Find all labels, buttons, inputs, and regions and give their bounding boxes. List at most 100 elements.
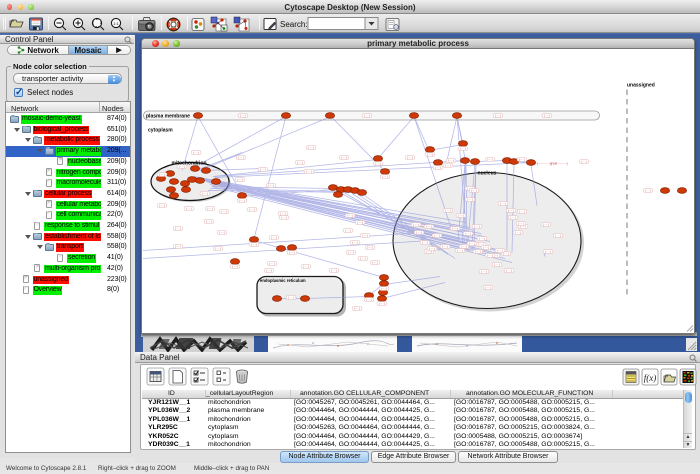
svg-text:(·····): (·····) xyxy=(379,301,385,305)
svg-text:(·····): (·····) xyxy=(175,244,181,248)
svg-text:(·····): (·····) xyxy=(352,240,358,244)
svg-text:1:1: 1:1 xyxy=(113,21,119,26)
svg-text:(·····): (·····) xyxy=(416,230,422,234)
svg-text:(·····): (·····) xyxy=(422,240,428,244)
svg-text:(·····): (·····) xyxy=(308,145,314,149)
svg-text:(·····): (·····) xyxy=(457,248,463,252)
svg-text:(·····): (·····) xyxy=(519,157,525,161)
svg-text:(·····): (·····) xyxy=(515,230,521,234)
svg-text:(·····): (·····) xyxy=(266,268,272,272)
svg-text:(·····): (·····) xyxy=(543,222,549,226)
svg-text:Search:: Search: xyxy=(280,20,308,29)
svg-text:(·····): (·····) xyxy=(508,208,514,212)
svg-text:(·····): (·····) xyxy=(357,220,363,224)
svg-text:(·····): (·····) xyxy=(497,248,503,252)
svg-text:(·····): (·····) xyxy=(306,169,312,173)
svg-text:nucleus: nucleus xyxy=(478,170,497,176)
svg-text:(·····): (·····) xyxy=(186,206,192,210)
svg-text:(·····): (·····) xyxy=(445,163,451,167)
svg-text:(·····): (·····) xyxy=(193,150,199,154)
svg-text:(·····): (·····) xyxy=(219,230,225,234)
svg-text:(·····): (·····) xyxy=(271,235,277,239)
svg-text:(·····): (·····) xyxy=(452,226,458,230)
svg-text:(·····): (·····) xyxy=(206,219,212,223)
svg-text:(·····): (·····) xyxy=(581,159,587,163)
svg-text:unassigned: unassigned xyxy=(627,82,655,88)
svg-text:(·····): (·····) xyxy=(375,161,381,165)
svg-text:(·····): (·····) xyxy=(426,224,432,228)
svg-text:(·····): (·····) xyxy=(506,268,512,272)
svg-text:(·····): (·····) xyxy=(645,188,651,192)
svg-text:(·····): (·····) xyxy=(281,215,287,219)
svg-text:(·····): (·····) xyxy=(354,306,360,310)
svg-text:mitochondrion: mitochondrion xyxy=(172,160,207,166)
svg-text:(·····): (·····) xyxy=(545,249,551,253)
svg-text:(·····): (·····) xyxy=(494,262,500,266)
svg-text:(·····): (·····) xyxy=(289,250,295,254)
svg-text:(·····): (·····) xyxy=(367,245,373,249)
svg-text:plasma membrane: plasma membrane xyxy=(146,113,190,119)
svg-text:(·····): (·····) xyxy=(240,113,246,117)
svg-text:(·····): (·····) xyxy=(280,211,286,215)
svg-text:(···········great·········): (···········great·········) xyxy=(537,161,568,165)
svg-text:(·····): (·····) xyxy=(345,228,351,232)
svg-text:(·····): (·····) xyxy=(467,197,473,201)
svg-text:(·····): (·····) xyxy=(544,113,550,117)
svg-text:(·····): (·····) xyxy=(445,208,451,212)
svg-text:(·····): (·····) xyxy=(251,242,257,246)
svg-text:f(x): f(x) xyxy=(644,373,657,383)
svg-text:(·····): (·····) xyxy=(518,221,524,225)
svg-text:cytoplasm: cytoplasm xyxy=(148,127,173,133)
svg-text:(·····): (·····) xyxy=(202,191,208,195)
svg-text:(·····): (·····) xyxy=(175,226,181,230)
svg-text:(·····): (·····) xyxy=(159,203,165,207)
svg-text:(·····): (·····) xyxy=(297,160,303,164)
svg-text:(·····): (·····) xyxy=(179,164,185,168)
svg-text:(·····): (·····) xyxy=(474,224,480,228)
svg-text:endoplasmic reticulum: endoplasmic reticulum xyxy=(260,278,306,283)
svg-text:(·····): (·····) xyxy=(413,222,419,226)
svg-text:(·····): (·····) xyxy=(331,268,337,272)
svg-text:(·····): (·····) xyxy=(372,260,378,264)
svg-text:(·····): (·····) xyxy=(481,269,487,273)
svg-text:(·····): (·····) xyxy=(303,264,309,268)
svg-text:(·····): (·····) xyxy=(407,155,413,159)
svg-text:(·····): (·····) xyxy=(238,155,244,159)
svg-text:(·····): (·····) xyxy=(469,241,475,245)
svg-text:(·····): (·····) xyxy=(221,209,227,213)
svg-text:(·····): (·····) xyxy=(500,201,506,205)
svg-text:(·····): (·····) xyxy=(487,157,493,161)
svg-text:(·····): (·····) xyxy=(485,285,491,289)
svg-text:(·····): (·····) xyxy=(448,158,454,162)
svg-text:(·····): (·····) xyxy=(555,233,561,237)
svg-text:(·····): (·····) xyxy=(362,233,368,237)
svg-text:(·····): (·····) xyxy=(268,183,274,187)
svg-text:(·····): (·····) xyxy=(232,264,238,268)
svg-text:(·····): (·····) xyxy=(215,246,221,250)
svg-text:(·····): (·····) xyxy=(239,198,245,202)
svg-text:(·····): (·····) xyxy=(461,244,467,248)
svg-text:(·····): (·····) xyxy=(237,177,243,181)
svg-text:(·····): (·····) xyxy=(434,233,440,237)
svg-text:(·····): (·····) xyxy=(458,213,464,217)
svg-text:(·····): (·····) xyxy=(519,209,525,213)
svg-text:(·····): (·····) xyxy=(442,244,448,248)
svg-text:(·····): (·····) xyxy=(249,207,255,211)
svg-text:(·····): (·····) xyxy=(381,286,387,290)
svg-text:(·····): (·····) xyxy=(435,165,441,169)
svg-text:(·····): (·····) xyxy=(347,213,353,217)
svg-text:(·····): (·····) xyxy=(159,172,165,176)
svg-text:(·····): (·····) xyxy=(460,146,466,150)
svg-text:(·····): (·····) xyxy=(269,261,275,265)
svg-text:(·····): (·····) xyxy=(510,215,516,219)
svg-text:(·····): (·····) xyxy=(479,236,485,240)
svg-text:(·····): (·····) xyxy=(341,155,347,159)
svg-text:(·····): (·····) xyxy=(465,231,471,235)
svg-text:(·····): (·····) xyxy=(364,113,370,117)
svg-text:(·····): (·····) xyxy=(471,188,477,192)
svg-text:(·····): (·····) xyxy=(483,245,489,249)
svg-text:(·····): (·····) xyxy=(207,206,213,210)
svg-text:(·····): (·····) xyxy=(495,113,501,117)
svg-text:(·····): (·····) xyxy=(382,174,388,178)
svg-text:(·····): (·····) xyxy=(288,295,294,299)
